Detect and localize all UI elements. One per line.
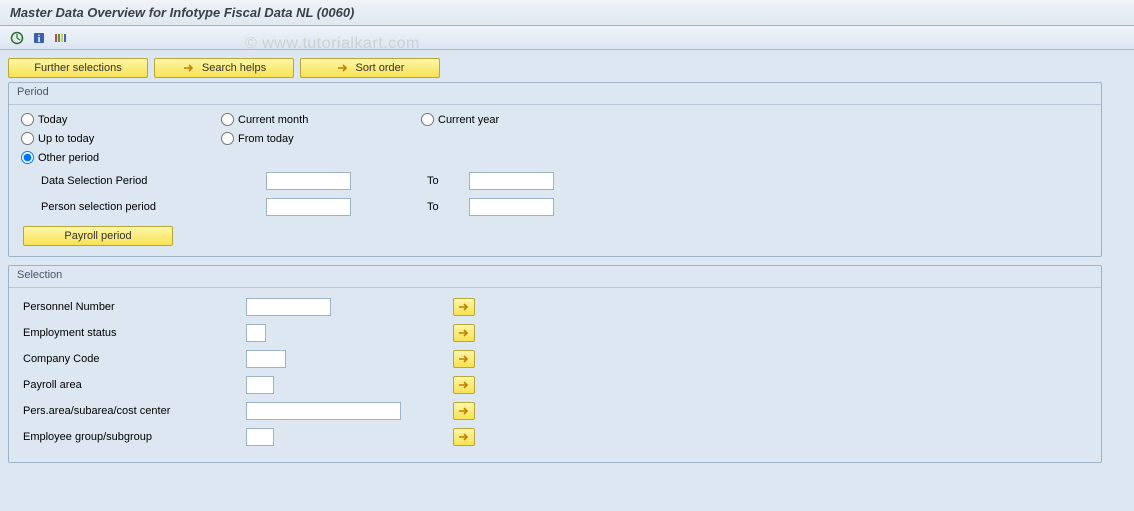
- data-selection-to-label: To: [419, 175, 469, 187]
- arrow-right-icon: [458, 380, 470, 390]
- radio-today-input[interactable]: [21, 113, 34, 126]
- person-selection-from-input[interactable]: [266, 198, 351, 216]
- payroll-area-label: Payroll area: [21, 379, 246, 391]
- selection-group: Selection Personnel Number Employment st…: [8, 265, 1102, 463]
- radio-current-year-input[interactable]: [421, 113, 434, 126]
- radio-label: Up to today: [38, 133, 94, 145]
- company-code-label: Company Code: [21, 353, 246, 365]
- radio-up-to-today[interactable]: Up to today: [21, 132, 181, 145]
- data-selection-period-label: Data Selection Period: [21, 175, 206, 187]
- payroll-area-input[interactable]: [246, 376, 274, 394]
- radio-up-to-today-input[interactable]: [21, 132, 34, 145]
- pers-area-multi-button[interactable]: [453, 402, 475, 420]
- selection-legend: Selection: [9, 266, 1101, 285]
- employee-group-input[interactable]: [246, 428, 274, 446]
- radio-label: From today: [238, 133, 294, 145]
- button-label: Payroll period: [64, 230, 131, 242]
- radio-label: Current year: [438, 114, 499, 126]
- arrow-right-icon: [458, 302, 470, 312]
- payroll-area-multi-button[interactable]: [453, 376, 475, 394]
- selection-buttons-row: Further selections Search helps Sort ord…: [8, 58, 1126, 78]
- period-group: Period Today Current month Current year: [8, 82, 1102, 257]
- main-content: Further selections Search helps Sort ord…: [0, 50, 1134, 511]
- employee-group-label: Employee group/subgroup: [21, 431, 246, 443]
- button-label: Further selections: [34, 62, 121, 74]
- radio-from-today[interactable]: From today: [221, 132, 381, 145]
- title-bar: Master Data Overview for Infotype Fiscal…: [0, 0, 1134, 26]
- data-selection-to-input[interactable]: [469, 172, 554, 190]
- further-selections-button[interactable]: Further selections: [8, 58, 148, 78]
- company-code-input[interactable]: [246, 350, 286, 368]
- svg-text:i: i: [38, 34, 41, 45]
- app-toolbar: i: [0, 26, 1134, 50]
- employment-status-label: Employment status: [21, 327, 246, 339]
- personnel-number-input[interactable]: [246, 298, 331, 316]
- arrow-right-icon: [336, 61, 350, 75]
- employee-group-multi-button[interactable]: [453, 428, 475, 446]
- pers-area-label: Pers.area/subarea/cost center: [21, 405, 246, 417]
- arrow-right-icon: [458, 406, 470, 416]
- employment-status-input[interactable]: [246, 324, 266, 342]
- sort-order-button[interactable]: Sort order: [300, 58, 440, 78]
- page-title: Master Data Overview for Infotype Fiscal…: [10, 5, 354, 20]
- variant-icon[interactable]: [52, 30, 70, 46]
- company-code-multi-button[interactable]: [453, 350, 475, 368]
- employment-status-multi-button[interactable]: [453, 324, 475, 342]
- button-label: Sort order: [356, 62, 405, 74]
- pers-area-input[interactable]: [246, 402, 401, 420]
- search-helps-button[interactable]: Search helps: [154, 58, 294, 78]
- personnel-number-multi-button[interactable]: [453, 298, 475, 316]
- data-selection-from-input[interactable]: [266, 172, 351, 190]
- arrow-right-icon: [458, 328, 470, 338]
- info-icon[interactable]: i: [30, 30, 48, 46]
- person-selection-to-input[interactable]: [469, 198, 554, 216]
- radio-current-year[interactable]: Current year: [421, 113, 581, 126]
- execute-icon[interactable]: [8, 30, 26, 46]
- radio-label: Today: [38, 114, 67, 126]
- personnel-number-label: Personnel Number: [21, 301, 246, 313]
- arrow-right-icon: [182, 61, 196, 75]
- radio-label: Current month: [238, 114, 308, 126]
- radio-label: Other period: [38, 152, 99, 164]
- radio-other-period-input[interactable]: [21, 151, 34, 164]
- arrow-right-icon: [458, 354, 470, 364]
- payroll-period-button[interactable]: Payroll period: [23, 226, 173, 246]
- button-label: Search helps: [202, 62, 266, 74]
- period-legend: Period: [9, 83, 1101, 102]
- person-selection-period-label: Person selection period: [21, 201, 206, 213]
- arrow-right-icon: [458, 432, 470, 442]
- radio-current-month[interactable]: Current month: [221, 113, 381, 126]
- radio-other-period[interactable]: Other period: [21, 151, 181, 164]
- radio-current-month-input[interactable]: [221, 113, 234, 126]
- radio-today[interactable]: Today: [21, 113, 181, 126]
- radio-from-today-input[interactable]: [221, 132, 234, 145]
- person-selection-to-label: To: [419, 201, 469, 213]
